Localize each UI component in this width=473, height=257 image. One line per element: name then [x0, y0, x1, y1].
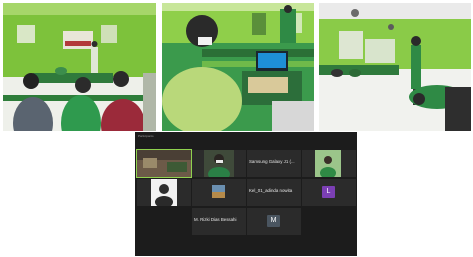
participant-tile-5[interactable]: [137, 179, 191, 206]
participant-tile-6[interactable]: [192, 179, 246, 206]
photo-classroom-presentation: [3, 3, 156, 131]
participant-image: [192, 179, 246, 206]
participant-avatar: M: [267, 215, 280, 227]
participant-video: [192, 150, 246, 177]
participant-video: [137, 179, 191, 206]
participant-tile-2[interactable]: [192, 150, 246, 177]
photo-student-laptop: [162, 3, 314, 131]
participant-video: [137, 150, 191, 177]
participant-name: Samsung Galaxy J1 (...: [249, 159, 295, 164]
participant-tile-1[interactable]: [136, 149, 192, 178]
participant-name: Kel_01_adinda nowita: [249, 188, 293, 193]
participant-name: M. Rizki Dias Bessahi: [194, 217, 237, 222]
meeting-header: Participants: [138, 134, 154, 138]
participant-video: [302, 150, 356, 177]
participant-tile-8[interactable]: L: [302, 179, 356, 206]
participant-tile-9[interactable]: M. Rizki Dias Bessahi: [192, 208, 246, 235]
participant-tile-3[interactable]: Samsung Galaxy J1 (...: [247, 150, 301, 177]
participant-tile-10[interactable]: M: [247, 208, 301, 235]
video-meeting-window: Participants Samsung Galaxy J1 (... Kel_…: [135, 132, 357, 256]
participant-avatar: L: [322, 186, 335, 198]
participant-tile-4[interactable]: [302, 150, 356, 177]
participant-tile-7[interactable]: Kel_01_adinda nowita: [247, 179, 301, 206]
photo-hall-discussion: [319, 3, 471, 131]
